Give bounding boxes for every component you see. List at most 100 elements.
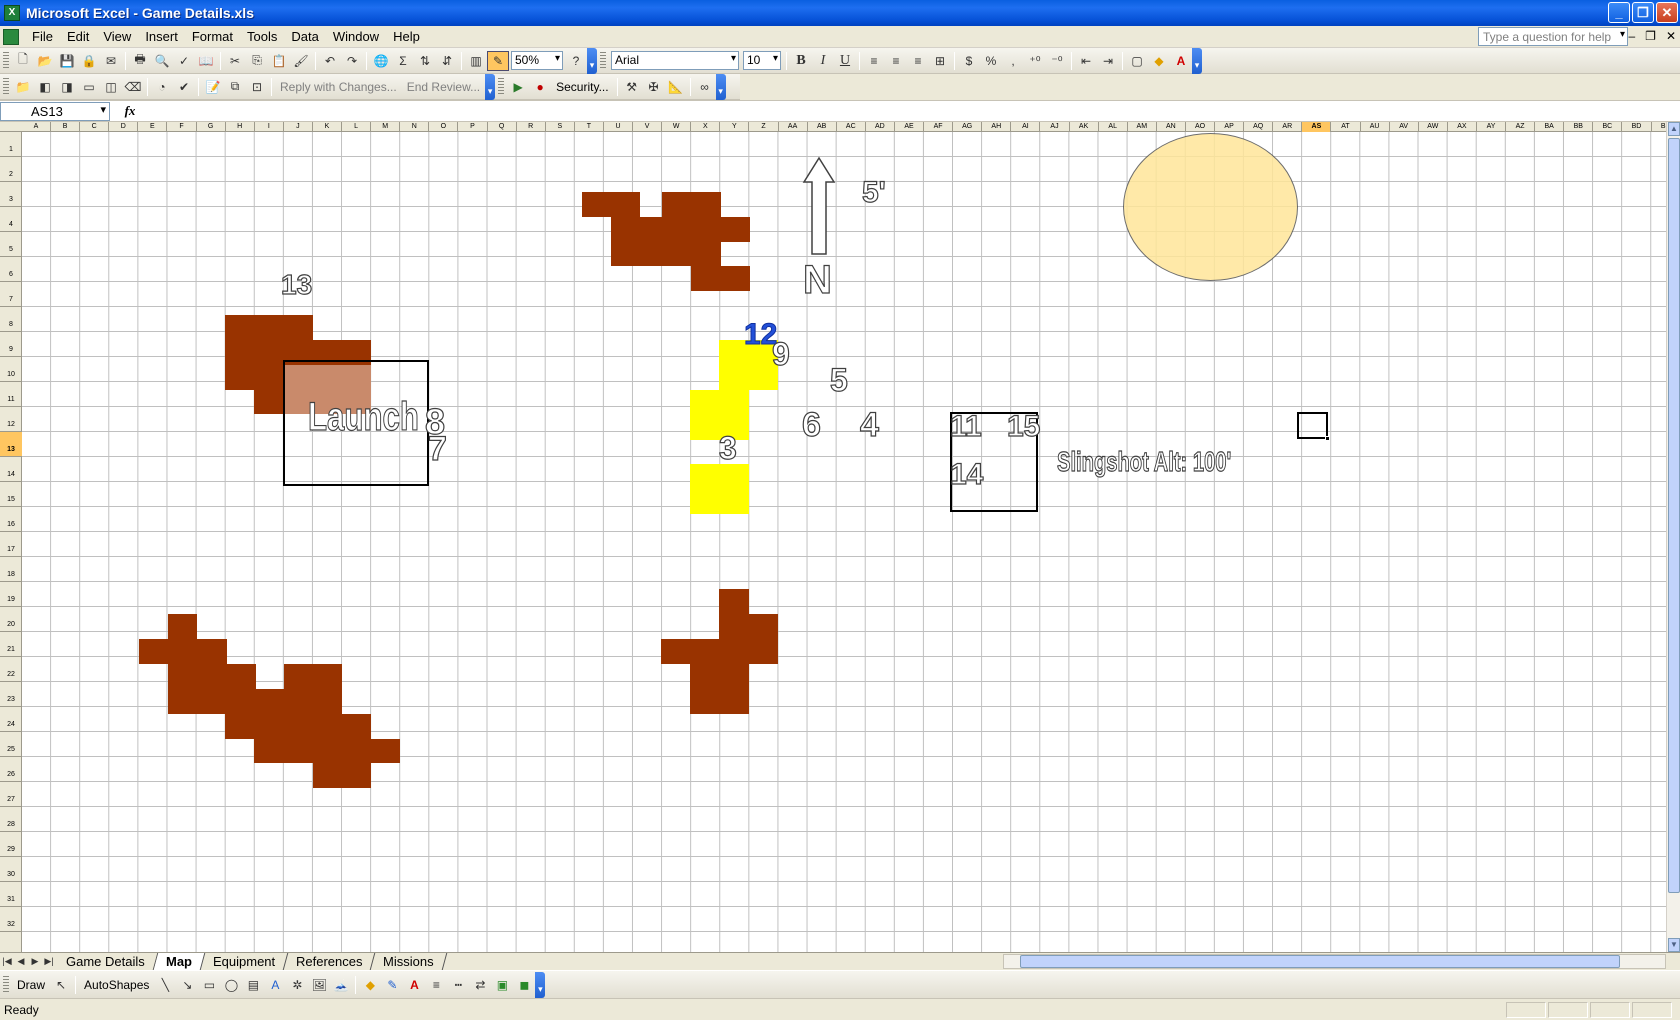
save-icon[interactable]: 💾 (56, 51, 78, 71)
menu-format[interactable]: Format (185, 27, 240, 46)
column-header[interactable]: BC (1593, 122, 1623, 132)
column-header[interactable]: AR (1273, 122, 1303, 132)
dash-style-icon[interactable]: ┅ (447, 975, 469, 995)
open-icon[interactable]: 📂 (34, 51, 56, 71)
new-icon[interactable]: 🗋 (12, 51, 34, 71)
fill-color-icon[interactable]: ◆ (359, 975, 381, 995)
column-header[interactable]: W (662, 122, 692, 132)
row-header[interactable]: 2 (0, 157, 22, 182)
arrow-icon[interactable]: ↘ (176, 975, 198, 995)
control-toolbox-icon[interactable]: ✠ (643, 77, 665, 97)
column-header[interactable]: AB (808, 122, 837, 132)
row-header[interactable]: 23 (0, 682, 22, 707)
column-header[interactable]: P (459, 122, 488, 132)
reply-with-changes-button[interactable]: Reply with Changes... (275, 80, 402, 94)
column-header[interactable]: AJ (1041, 122, 1070, 132)
row-header[interactable]: 32 (0, 907, 22, 932)
redo-icon[interactable]: ↷ (341, 51, 363, 71)
chart-wizard-icon[interactable]: ▥ (465, 51, 487, 71)
shadow-icon[interactable]: ▣ (491, 975, 513, 995)
align-right-icon[interactable]: ≡ (907, 51, 929, 71)
toolbar-options-icon[interactable]: ▾ (485, 73, 496, 100)
font-size-select[interactable]: 10 (743, 51, 781, 70)
delete-comment-icon[interactable]: ⌫ (122, 77, 144, 97)
rectangle-icon[interactable]: ▭ (198, 975, 220, 995)
column-header[interactable]: N (400, 122, 430, 132)
fill-color-icon[interactable]: ◆ (1148, 51, 1170, 71)
menu-insert[interactable]: Insert (138, 27, 185, 46)
vertical-scrollbar[interactable]: ▲ ▼ (1666, 122, 1680, 952)
row-header[interactable]: 26 (0, 757, 22, 782)
scroll-up-icon[interactable]: ▲ (1668, 122, 1680, 136)
column-header[interactable]: AF (924, 122, 954, 132)
sort-ascending-icon[interactable]: ⇅ (414, 51, 436, 71)
autoshapes-menu-button[interactable]: AutoShapes (79, 978, 154, 992)
column-header[interactable]: R (517, 122, 546, 132)
print-preview-icon[interactable]: 🔍 (151, 51, 173, 71)
column-header[interactable]: AG (953, 122, 983, 132)
column-header[interactable]: AL (1099, 122, 1128, 132)
row-header[interactable]: 7 (0, 282, 22, 307)
line-color-icon[interactable]: ✎ (381, 975, 403, 995)
email-icon[interactable]: ✉ (100, 51, 122, 71)
workbook-icon[interactable] (3, 28, 19, 45)
line-style-icon[interactable]: ≡ (425, 975, 447, 995)
3d-style-icon[interactable]: ◼ (513, 975, 535, 995)
menu-file[interactable]: File (25, 27, 60, 46)
minimize-button[interactable]: _ (1608, 2, 1630, 23)
run-macro-icon[interactable]: ▶ (507, 77, 529, 97)
column-header[interactable]: E (138, 122, 168, 132)
end-review-button[interactable]: End Review... (402, 80, 485, 94)
column-header[interactable]: AT (1332, 122, 1361, 132)
vba-editor-icon[interactable]: ⚒ (621, 77, 643, 97)
row-header[interactable]: 5 (0, 232, 22, 257)
tab-references[interactable]: References (283, 953, 376, 970)
toolbar-grip[interactable] (600, 51, 606, 70)
design-mode-icon[interactable]: 📐 (665, 77, 687, 97)
menu-window[interactable]: Window (326, 27, 386, 46)
menu-view[interactable]: View (96, 27, 138, 46)
column-header[interactable]: AN (1157, 122, 1186, 132)
column-header[interactable]: I (255, 122, 284, 132)
hscroll-thumb[interactable] (1020, 955, 1620, 968)
increase-indent-icon[interactable]: ⇥ (1097, 51, 1119, 71)
column-header[interactable]: Q (488, 122, 517, 132)
column-header[interactable]: BA (1535, 122, 1565, 132)
row-header[interactable]: 13 (0, 432, 22, 457)
row-header[interactable]: 3 (0, 182, 22, 207)
toolbar-grip[interactable] (3, 975, 9, 994)
column-header[interactable]: AV (1390, 122, 1419, 132)
arrow-style-icon[interactable]: ⇄ (469, 975, 491, 995)
column-header[interactable]: AK (1070, 122, 1099, 132)
menu-help[interactable]: Help (386, 27, 427, 46)
row-header[interactable]: 31 (0, 882, 22, 907)
hyperlink-icon[interactable]: 🌐 (370, 51, 392, 71)
toolbar-grip[interactable] (3, 51, 9, 70)
row-header[interactable]: 4 (0, 207, 22, 232)
currency-icon[interactable]: $ (958, 51, 980, 71)
textbox-icon[interactable]: ▤ (242, 975, 264, 995)
sort-descending-icon[interactable]: ⇵ (436, 51, 458, 71)
row-header[interactable]: 30 (0, 857, 22, 882)
doc-minimize-icon[interactable]: – (1628, 29, 1635, 43)
font-color-icon[interactable]: A (1170, 51, 1192, 71)
tab-equipment[interactable]: Equipment (200, 953, 289, 970)
select-objects-icon[interactable]: ↖ (50, 975, 72, 995)
column-header[interactable]: AY (1477, 122, 1506, 132)
toolbar-grip[interactable] (3, 77, 9, 96)
column-header[interactable]: BD (1623, 122, 1652, 132)
row-header[interactable]: 6 (0, 257, 22, 282)
prev-sheet-icon[interactable]: ◀ (14, 956, 28, 967)
picture-icon[interactable]: 🗻 (330, 975, 352, 995)
decrease-indent-icon[interactable]: ⇤ (1075, 51, 1097, 71)
insert-function-icon[interactable]: fx (110, 103, 150, 119)
formula-input[interactable] (150, 102, 1680, 121)
row-header[interactable]: 15 (0, 482, 22, 507)
help-search-input[interactable]: Type a question for help (1478, 27, 1628, 46)
first-sheet-icon[interactable]: |◀ (0, 956, 14, 967)
help-icon[interactable]: ? (565, 51, 587, 71)
column-header[interactable]: AU (1361, 122, 1390, 132)
decrease-decimal-icon[interactable]: ⁻⁰ (1046, 51, 1068, 71)
scroll-down-icon[interactable]: ▼ (1668, 938, 1680, 952)
show-comment-icon[interactable]: ▭ (78, 77, 100, 97)
